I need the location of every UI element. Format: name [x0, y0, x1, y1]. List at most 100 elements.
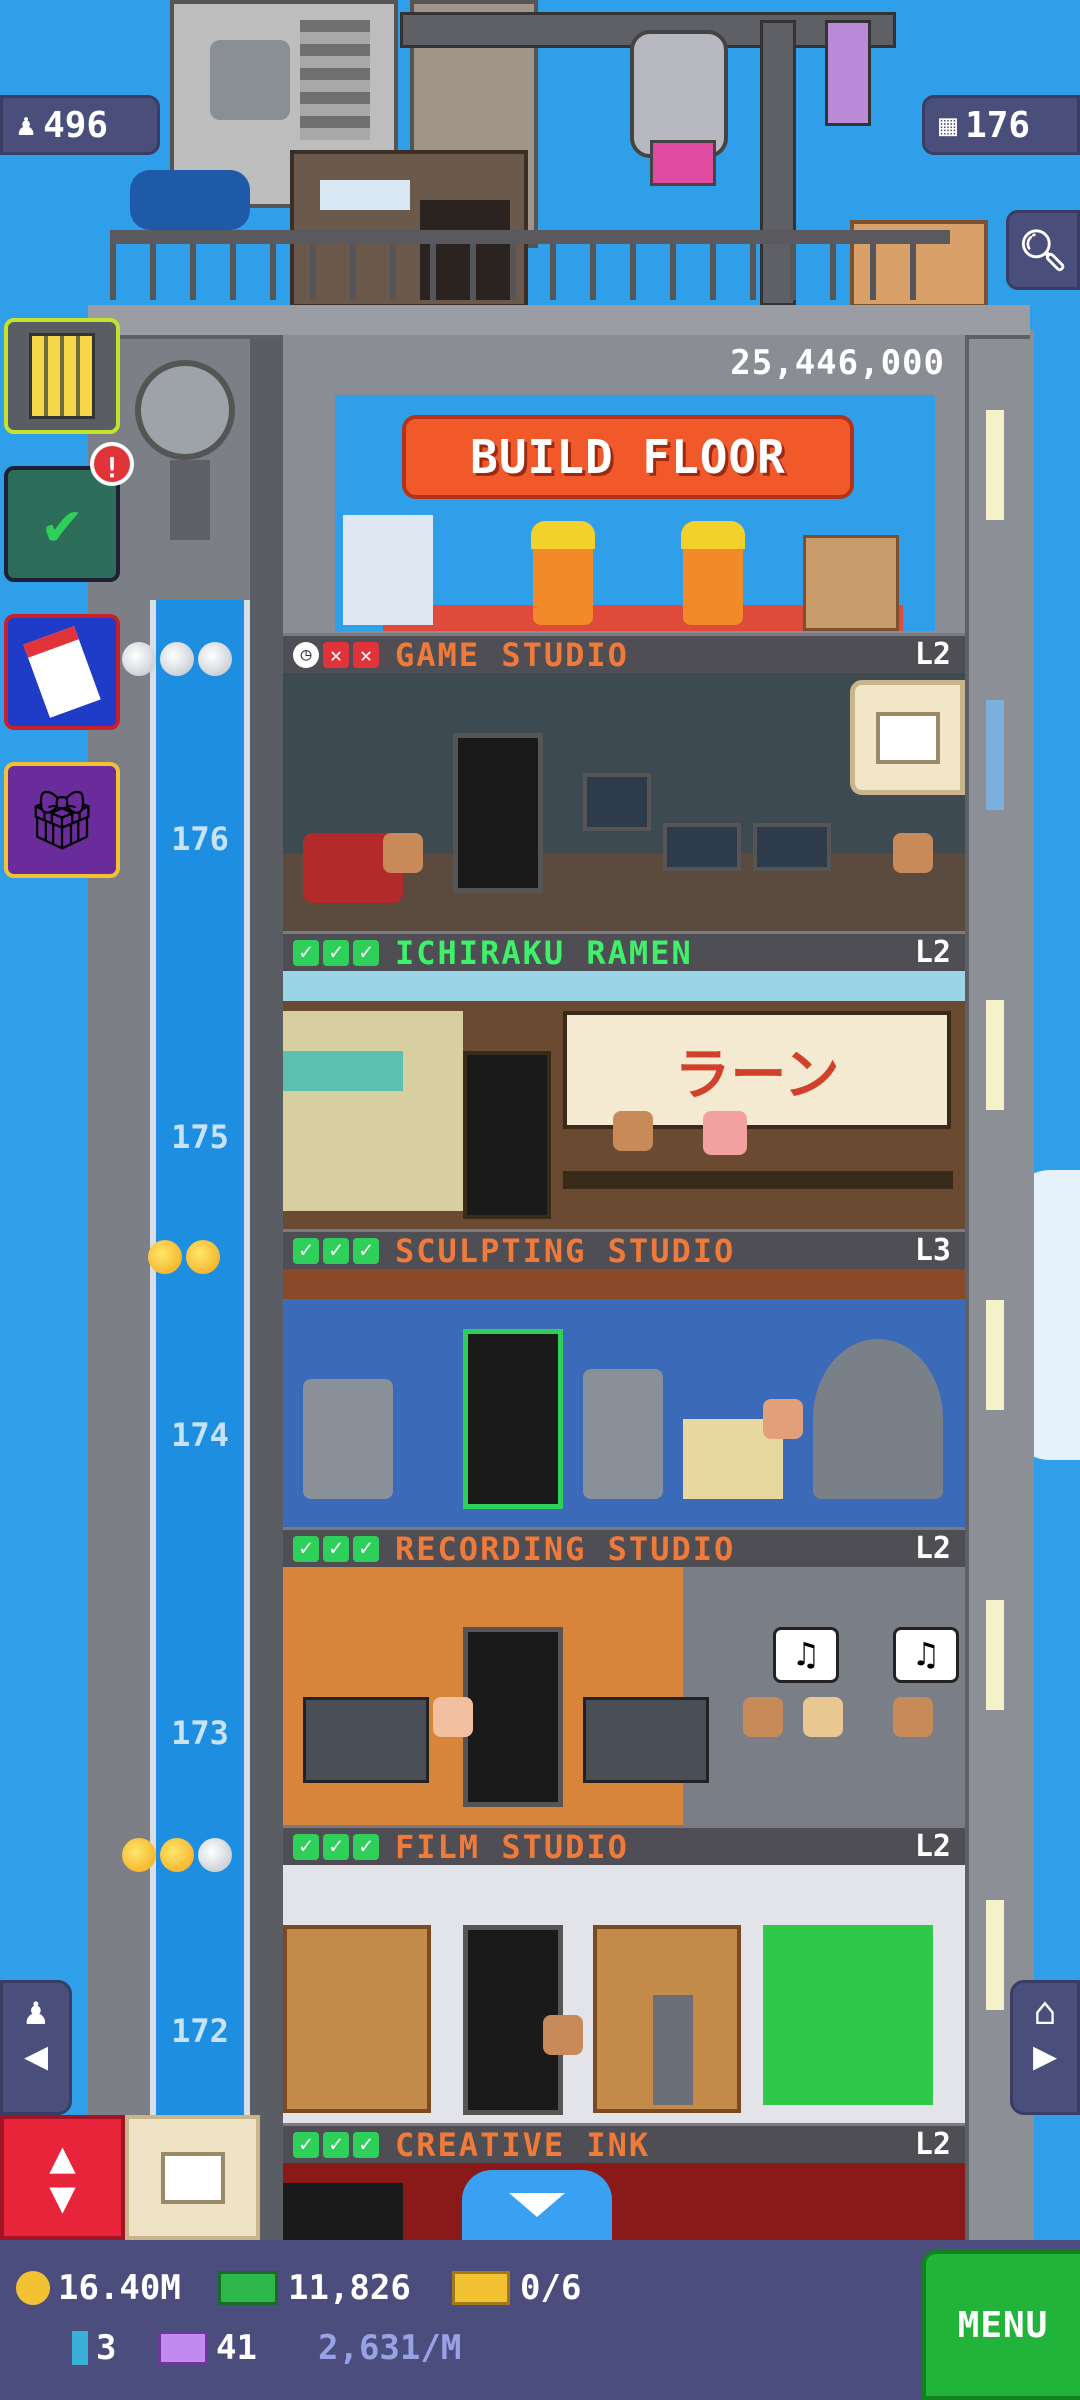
room-interior: [283, 1269, 965, 1527]
elevator-floor-number: 172: [171, 2012, 229, 2050]
floor-label-bar: ✓ ✓ ✓ FILM STUDIO L2: [283, 1825, 965, 1866]
keys-value: 3: [96, 2328, 117, 2368]
population-value: 496: [43, 104, 109, 146]
elevator-floor-number: 175: [171, 1118, 229, 1156]
lobby-button[interactable]: ⌂ ▶: [1010, 1980, 1080, 2115]
gold-star-icon: [122, 1838, 156, 1872]
clock-icon: ◷: [293, 641, 319, 668]
build-floor-label: BUILD FLOOR: [470, 430, 786, 484]
building-overview-button[interactable]: [4, 318, 120, 434]
floor-name: GAME STUDIO: [395, 635, 629, 674]
floor-creative-ink[interactable]: ✓ ✓ ✓ CREATIVE INK L2: [283, 2123, 965, 2240]
key-icon: [72, 2331, 88, 2365]
coins-value: 16.40M: [58, 2268, 181, 2308]
music-note-icon: ♫: [893, 1627, 959, 1683]
person-icon: ♟: [24, 1989, 48, 2033]
check-icon: ✓: [323, 2131, 349, 2158]
bux-value: 11,826: [288, 2268, 411, 2308]
gift-button[interactable]: 🎁︎: [4, 762, 120, 878]
keys-display: 3: [72, 2328, 116, 2368]
floor-label-bar: ✓ ✓ ✓ ICHIRAKU RAMEN L2: [283, 931, 965, 972]
room-interior: [283, 2163, 965, 2240]
roof-slab: [88, 305, 1030, 339]
checklist-icon: ✔: [43, 489, 81, 559]
check-icon: ✓: [353, 1237, 379, 1264]
bux-icon: [218, 2271, 278, 2305]
room-interior: ラーン: [283, 971, 965, 1229]
floor-name: RECORDING STUDIO: [395, 1529, 736, 1568]
calendar-icon: [23, 626, 101, 718]
stock-box-button[interactable]: [850, 680, 965, 795]
room-interior: [283, 1865, 965, 2123]
scroll-down-button[interactable]: [462, 2170, 612, 2240]
floor-name: FILM STUDIO: [395, 1827, 629, 1866]
floor-level: L2: [914, 935, 951, 970]
gold-star-icon: [186, 1240, 220, 1274]
chevron-right-icon: ▶: [1032, 2033, 1058, 2079]
build-floor-button[interactable]: BUILD FLOOR: [402, 415, 854, 499]
floor-level: L2: [914, 2127, 951, 2162]
house-icon: ⌂: [1033, 1989, 1057, 2033]
floor-counter[interactable]: ▦ 176: [922, 95, 1080, 155]
menu-button[interactable]: MENU: [922, 2250, 1080, 2400]
floor-level: L2: [914, 1531, 951, 1566]
floor-label-bar: ◷ ✕ ✕ GAME STUDIO L2: [283, 633, 965, 674]
star-rating: [122, 1838, 236, 1876]
elevator-motor: [130, 350, 250, 550]
visit-button[interactable]: ♟ ◀: [0, 1980, 72, 2115]
floor-recording-studio[interactable]: ✓ ✓ ✓ RECORDING STUDIO L2 ♫ ♫: [283, 1527, 965, 1825]
calendar-event-button[interactable]: [4, 614, 120, 730]
silver-star-icon: [198, 1838, 232, 1872]
population-counter[interactable]: ♟ 496: [0, 95, 160, 155]
floor-name: ICHIRAKU RAMEN: [395, 933, 693, 972]
check-icon: ✓: [323, 939, 349, 966]
floor-label-bar: ✓ ✓ ✓ CREATIVE INK L2: [283, 2123, 965, 2164]
arrow-down-icon: ▼: [49, 2171, 76, 2223]
floor-label-bar: ✓ ✓ ✓ SCULPTING STUDIO L3: [283, 1229, 965, 1270]
search-button[interactable]: 🔍︎: [1006, 210, 1080, 290]
star-rating: [148, 1240, 224, 1278]
floor-name: SCULPTING STUDIO: [395, 1231, 736, 1270]
window-strip: [986, 700, 1004, 810]
window-strip: [986, 1900, 1004, 2010]
tickets-display: 0/6: [452, 2268, 581, 2308]
check-icon: ✓: [293, 2131, 319, 2158]
bux-display: 11,826: [218, 2268, 411, 2308]
elevator-floor-number: 173: [171, 1714, 229, 1752]
rooftop: [90, 0, 1000, 310]
check-icon: ✓: [293, 1535, 319, 1562]
silver-star-icon: [198, 642, 232, 676]
stock-all-button[interactable]: [125, 2115, 260, 2240]
elevator-control-button[interactable]: ▲ ▼: [0, 2115, 125, 2240]
cross-icon: ✕: [353, 641, 379, 668]
building-icon: [29, 333, 95, 419]
window-strip: [986, 1600, 1004, 1710]
floor-level: L2: [914, 1829, 951, 1864]
window-strip: [986, 1300, 1004, 1410]
cross-icon: ✕: [323, 641, 349, 668]
coin-icon: [16, 2271, 50, 2305]
check-icon: ✓: [323, 1237, 349, 1264]
elevator-floor-number: 176: [171, 820, 229, 858]
gold-star-icon: [148, 1240, 182, 1274]
floor-film-studio[interactable]: ✓ ✓ ✓ FILM STUDIO L2: [283, 1825, 965, 2123]
floor-ichiraku-ramen[interactable]: ✓ ✓ ✓ ICHIRAKU RAMEN L2 ラーン: [283, 931, 965, 1229]
chevron-down-icon: [509, 2193, 565, 2217]
coins-display: 16.40M: [16, 2268, 181, 2308]
menu-label: MENU: [957, 2304, 1049, 2346]
silver-star-icon: [122, 642, 156, 676]
floor-count-value: 176: [965, 104, 1031, 146]
check-icon: ✓: [353, 2131, 379, 2158]
check-icon: ✓: [353, 1833, 379, 1860]
room-interior: ♫ ♫: [283, 1567, 965, 1825]
check-icon: ✓: [323, 1833, 349, 1860]
person-icon: ♟: [17, 107, 36, 143]
tickets-value: 0/6: [520, 2268, 582, 2308]
check-icon: ✓: [293, 1833, 319, 1860]
floor-sculpting-studio[interactable]: ✓ ✓ ✓ SCULPTING STUDIO L3: [283, 1229, 965, 1527]
floor-label-bar: ✓ ✓ ✓ RECORDING STUDIO L2: [283, 1527, 965, 1568]
floor-name: CREATIVE INK: [395, 2125, 651, 2164]
bottom-resource-bar: 16.40M 11,826 0/6 3 41 2,631/M MENU: [0, 2240, 1080, 2400]
ticket-icon: [452, 2271, 510, 2305]
check-icon: ✓: [353, 1535, 379, 1562]
